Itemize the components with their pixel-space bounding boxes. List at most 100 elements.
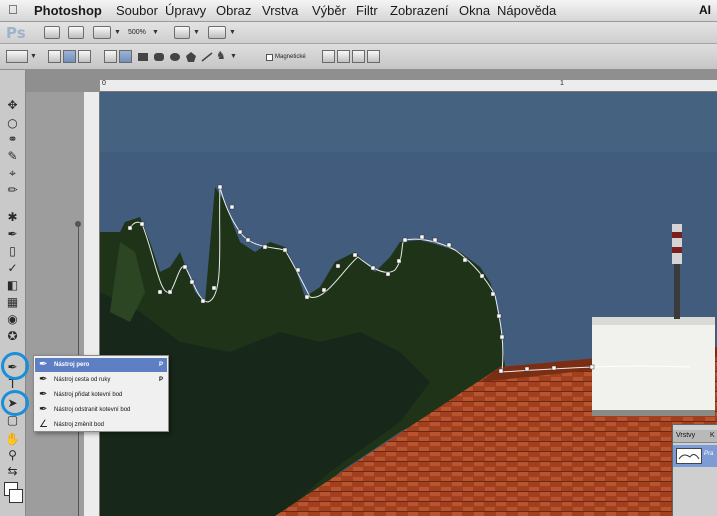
minibridge-button[interactable] — [68, 26, 84, 39]
view-extras-button[interactable] — [93, 26, 111, 39]
bridge-button[interactable] — [44, 26, 60, 39]
menu-zobrazeni[interactable]: Zobrazení — [390, 3, 449, 19]
custom-shape-icon[interactable]: ♞ — [216, 49, 226, 62]
layers-panel-tabs: Vrstvy K — [673, 430, 717, 443]
lasso-tool-icon[interactable]: ⚭ — [5, 132, 20, 146]
background-color-swatch[interactable] — [9, 489, 23, 503]
layer-thumbnail — [676, 448, 702, 464]
chevron-down-icon[interactable]: ▼ — [229, 29, 236, 36]
healing-brush-icon[interactable]: ✱ — [5, 210, 20, 224]
pen-icon: ✒ — [39, 359, 48, 370]
layer-name: Pra — [704, 451, 714, 457]
options-bar: ▼ ♞ ▼ Magnetické — [0, 44, 717, 70]
flyout-item-label: Nástroj pero — [54, 362, 90, 368]
document-canvas[interactable] — [100, 92, 717, 516]
freeform-pen-button[interactable] — [119, 50, 132, 63]
chevron-down-icon[interactable]: ▼ — [114, 29, 121, 36]
menu-napoveda[interactable]: Nápověda — [497, 3, 556, 19]
ellipse-shape-icon[interactable] — [169, 52, 181, 62]
freeform-pen-icon: ✒ — [39, 374, 48, 385]
magnetic-label: Magnetické — [275, 54, 306, 60]
marquee-tool-icon[interactable]: ○ — [5, 116, 20, 130]
rounded-rectangle-icon[interactable] — [153, 52, 165, 62]
pasteboard — [26, 92, 84, 516]
menu-app-photoshop[interactable]: Photoshop — [34, 3, 102, 19]
tab-layers[interactable]: Vrstvy — [676, 430, 695, 442]
ruler-mark: 0 — [102, 80, 106, 87]
layer-row[interactable]: Pra — [673, 445, 717, 467]
menu-vyber[interactable]: Výběr — [312, 3, 346, 19]
application-bar: Ps ▼ 500% ▼ ▼ ▼ — [0, 22, 717, 44]
tool-preset-picker[interactable] — [6, 50, 28, 63]
screen-mode-button[interactable] — [208, 26, 226, 39]
flyout-item-delete-anchor[interactable]: ✒ Nástroj odstranit kotevní bod — [35, 403, 167, 417]
hand-tool-icon[interactable]: ✋ — [5, 432, 20, 446]
ruler-mark: 1 — [560, 80, 564, 87]
horizontal-ruler[interactable]: 0 1 — [100, 80, 717, 92]
clone-stamp-icon[interactable]: ▯ — [5, 244, 20, 258]
history-brush-icon[interactable]: ✓ — [5, 261, 20, 275]
path-selection-highlight — [1, 390, 29, 416]
brush-tool-icon[interactable]: ✒ — [5, 227, 20, 241]
flyout-item-label: Nástroj odstranit kotevní bod — [54, 407, 131, 413]
chevron-down-icon[interactable]: ▼ — [230, 53, 237, 60]
zoom-tool-icon[interactable]: ⚲ — [5, 448, 20, 462]
apple-icon[interactable]:  — [8, 3, 20, 17]
crop-tool-icon[interactable]: ⌖ — [5, 166, 20, 180]
flyout-item-convert-point[interactable]: ∠ Nástroj změnit bod — [35, 418, 167, 432]
menu-vrstva[interactable]: Vrstva — [262, 3, 298, 19]
flyout-item-freeform-pen[interactable]: ✒ Nástroj cesta od ruky P — [35, 373, 167, 387]
move-tool-icon[interactable]: ✥ — [5, 98, 20, 112]
dodge-tool-icon[interactable]: ◉ — [5, 312, 20, 326]
convert-point-icon: ∠ — [39, 419, 48, 430]
pen-button[interactable] — [104, 50, 117, 63]
menu-filtr[interactable]: Filtr — [356, 3, 378, 19]
menu-obraz[interactable]: Obraz — [216, 3, 251, 19]
paths-button[interactable] — [63, 50, 76, 63]
quick-selection-icon[interactable]: ✎ — [5, 149, 20, 163]
menu-bar:  Photoshop Soubor Úpravy Obraz Vrstva V… — [0, 0, 717, 22]
shape-layers-button[interactable] — [48, 50, 61, 63]
fill-pixels-button[interactable] — [78, 50, 91, 63]
rectangle-shape-icon[interactable] — [137, 52, 149, 62]
arrange-documents-button[interactable] — [174, 26, 190, 39]
flyout-item-shortcut: P — [158, 362, 163, 368]
photoshop-logo: Ps — [6, 24, 26, 42]
subtract-shape-button[interactable] — [337, 50, 350, 63]
flyout-item-add-anchor[interactable]: ✒ Nástroj přidat kotevní bod — [35, 388, 167, 402]
flyout-item-label: Nástroj přidat kotevní bod — [54, 392, 123, 398]
zoom-level[interactable]: 500% — [128, 26, 146, 39]
flyout-item-shortcut: P — [158, 377, 163, 383]
layer-thumbnail-icon — [678, 454, 700, 460]
chevron-down-icon[interactable]: ▼ — [152, 29, 159, 36]
chevron-down-icon[interactable]: ▼ — [193, 29, 200, 36]
combine-shape-button[interactable] — [322, 50, 335, 63]
exclude-shape-button[interactable] — [367, 50, 380, 63]
add-anchor-icon: ✒ — [39, 389, 48, 400]
eraser-tool-icon[interactable]: ◧ — [5, 278, 20, 292]
intersect-shape-button[interactable] — [352, 50, 365, 63]
flyout-item-label: Nástroj změnit bod — [54, 422, 105, 428]
layers-panel: Vrstvy K Pra — [672, 424, 717, 516]
chevron-down-icon[interactable]: ▼ — [30, 53, 37, 60]
line-shape-icon[interactable] — [201, 52, 213, 62]
photo-image — [100, 92, 717, 516]
gradient-tool-icon[interactable]: ▦ — [5, 295, 20, 309]
flyout-item-pen[interactable]: ✒ Nástroj pero P — [35, 358, 167, 372]
tools-panel: ✥ ○ ⚭ ✎ ⌖ ✏ ✱ ✒ ▯ ✓ ◧ ▦ ◉ ✪ ✒ T ➤ ▢ ✋ ⚲ … — [0, 70, 26, 516]
magnetic-checkbox[interactable] — [266, 54, 273, 61]
menubar-status-icon[interactable]: AI — [699, 3, 711, 17]
blur-tool-icon[interactable]: ✪ — [5, 329, 20, 343]
menu-soubor[interactable]: Soubor — [116, 3, 158, 19]
menu-upravy[interactable]: Úpravy — [165, 3, 206, 19]
tab-channels[interactable]: K — [710, 430, 715, 442]
menu-okna[interactable]: Okna — [459, 3, 490, 19]
eyedropper-tool-icon[interactable]: ✏ — [5, 183, 20, 197]
pen-tool-flyout: ✒ Nástroj pero P ✒ Nástroj cesta od ruky… — [33, 355, 169, 432]
vertical-ruler[interactable] — [84, 92, 100, 516]
swap-colors-icon[interactable]: ⇆ — [5, 464, 20, 478]
flyout-item-label: Nástroj cesta od ruky — [54, 377, 111, 383]
pen-tool-highlight — [1, 352, 29, 380]
polygon-shape-icon[interactable] — [185, 52, 197, 62]
delete-anchor-icon: ✒ — [39, 404, 48, 415]
